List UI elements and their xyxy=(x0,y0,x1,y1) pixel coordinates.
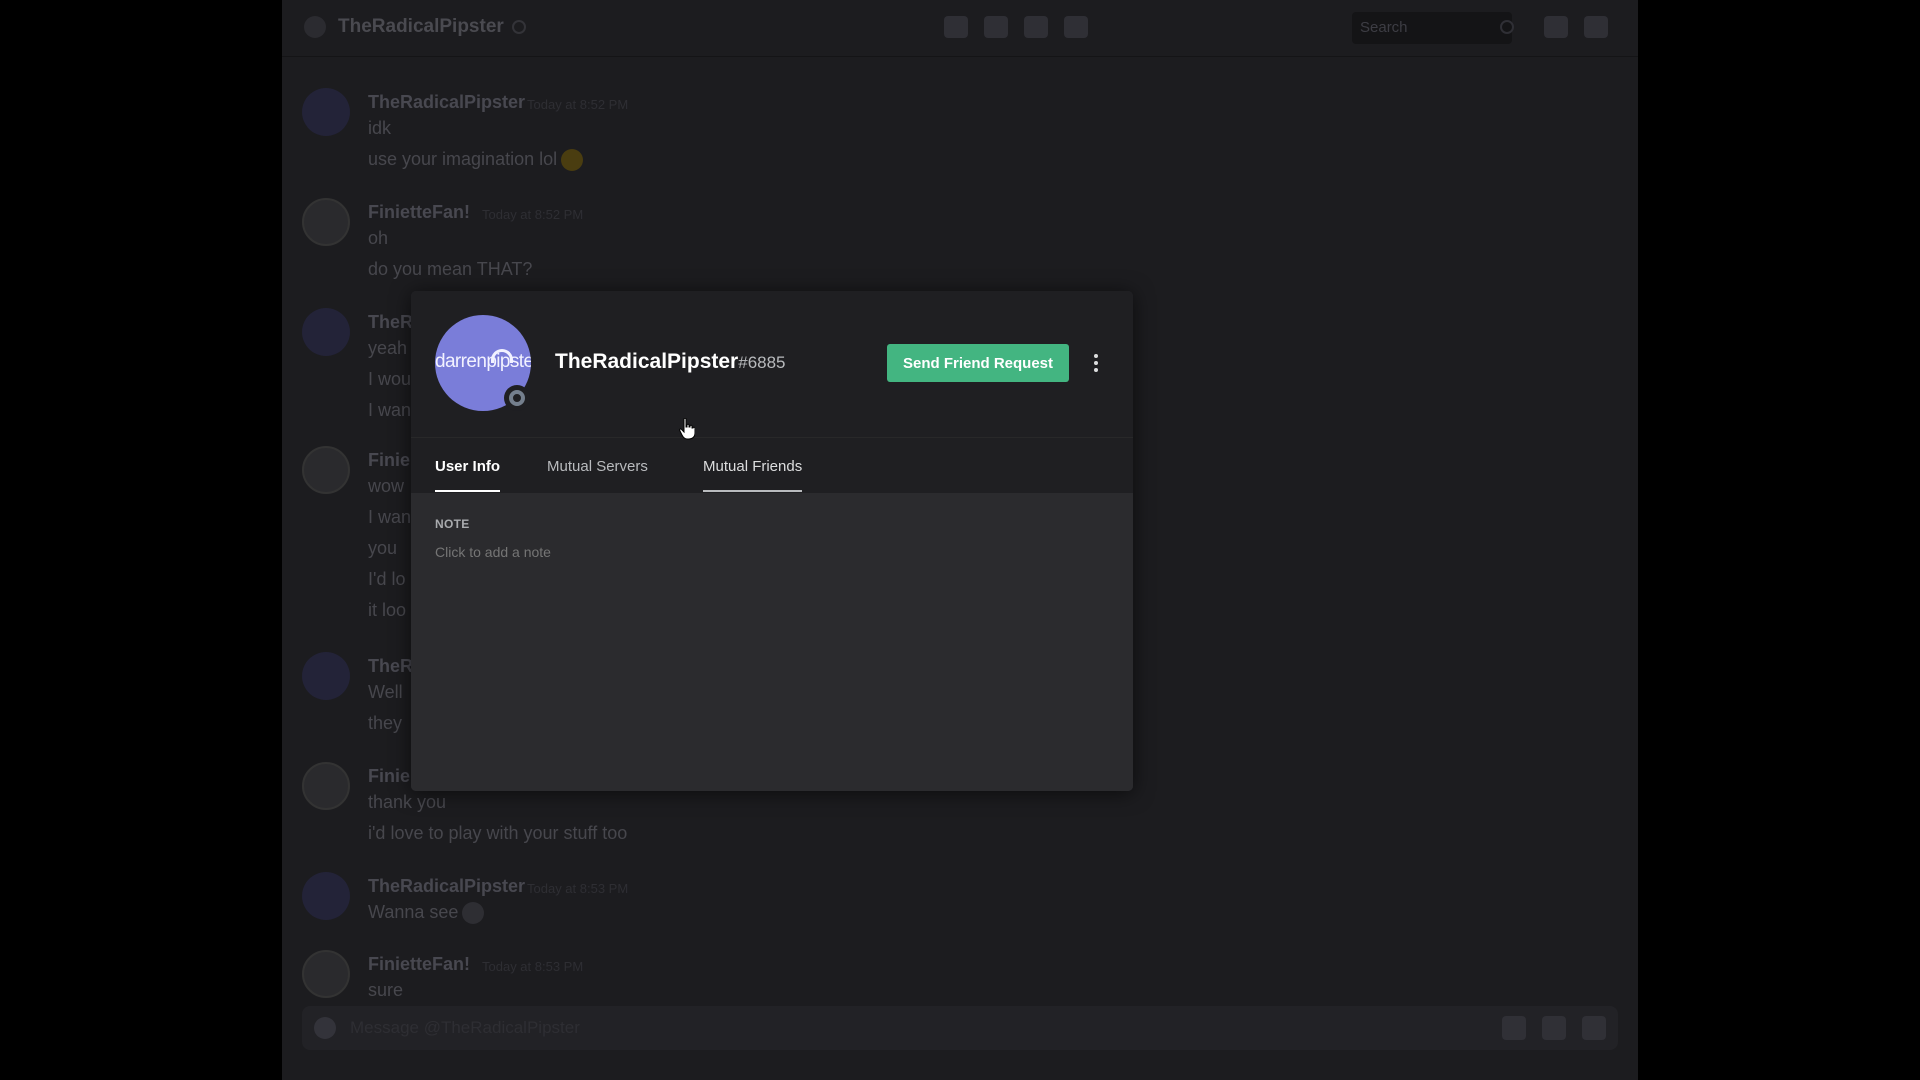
avatar[interactable] xyxy=(302,88,350,136)
avatar[interactable] xyxy=(302,872,350,920)
offline-status-icon xyxy=(504,385,530,411)
note-input[interactable] xyxy=(435,541,1109,563)
call-icon[interactable] xyxy=(944,16,968,38)
message-text: oh xyxy=(368,228,389,248)
send-friend-request-button[interactable]: Send Friend Request xyxy=(887,344,1069,382)
message-timestamp: Today at 8:52 PM xyxy=(482,207,584,222)
message-author[interactable]: TheRadicalPipster xyxy=(368,92,525,113)
message-author[interactable]: FinietteFan! xyxy=(368,202,470,223)
avatar[interactable] xyxy=(302,446,350,494)
tab-mutual-friends[interactable]: Mutual Friends xyxy=(703,458,803,492)
gift-icon[interactable] xyxy=(1502,1016,1526,1040)
search-input[interactable]: Search xyxy=(1352,12,1512,44)
profile-tabs: User Info Mutual Servers Mutual Friends xyxy=(411,437,1133,493)
avatar[interactable] xyxy=(302,652,350,700)
message-text-content: Wanna see xyxy=(368,902,459,922)
message-text: I wan xyxy=(368,507,412,527)
add-attachment-icon[interactable] xyxy=(314,1017,336,1039)
gif-icon[interactable] xyxy=(1542,1016,1566,1040)
message-text: I wan xyxy=(368,400,412,420)
message-text: I wou xyxy=(368,369,412,389)
inbox-icon[interactable] xyxy=(1544,16,1568,38)
message-text: it loo xyxy=(368,600,407,620)
message-text: idk xyxy=(368,118,392,138)
composer-placeholder: Message @TheRadicalPipster xyxy=(350,1018,580,1037)
message-author[interactable]: TheR xyxy=(368,312,413,333)
avatar-text: darrenpipster xyxy=(435,351,531,372)
discriminator: #6885 xyxy=(738,353,786,372)
more-options-dot xyxy=(1094,368,1098,372)
help-icon[interactable] xyxy=(1584,16,1608,38)
more-options-dot xyxy=(1094,354,1098,358)
message-timestamp: Today at 8:53 PM xyxy=(482,959,584,974)
avatar[interactable] xyxy=(302,950,350,998)
emoji-icon[interactable] xyxy=(1582,1016,1606,1040)
at-icon xyxy=(304,16,326,38)
message-text: sure xyxy=(368,980,404,1000)
add-member-icon[interactable] xyxy=(1064,16,1088,38)
message-composer[interactable]: Message @TheRadicalPipster xyxy=(302,1006,1618,1050)
user-profile-modal: darrenpipster TheRadicalPipster#6885 Sen… xyxy=(411,291,1133,791)
message-text-content: use your imagination lol xyxy=(368,149,558,169)
eyes-emoji-icon xyxy=(462,902,485,925)
message-text: they xyxy=(368,713,403,733)
more-options-icon[interactable] xyxy=(1087,345,1105,381)
tab-user-info[interactable]: User Info xyxy=(435,458,501,492)
message-author[interactable]: FinietteFan! xyxy=(368,954,470,975)
message-text: yeah xyxy=(368,338,408,358)
more-options-dot xyxy=(1094,361,1098,365)
message-text: use your imagination lol xyxy=(368,149,584,172)
message-author[interactable]: TheR xyxy=(368,656,413,677)
status-icon xyxy=(512,20,526,34)
profile-body: NOTE xyxy=(411,493,1133,791)
message-text: wow xyxy=(368,476,405,496)
message-timestamp: Today at 8:53 PM xyxy=(527,881,629,896)
message-author[interactable]: Finie xyxy=(368,450,410,471)
message-text: I'd lo xyxy=(368,569,406,589)
search-icon xyxy=(1500,20,1514,34)
profile-header: darrenpipster TheRadicalPipster#6885 Sen… xyxy=(411,291,1133,437)
avatar[interactable] xyxy=(302,198,350,246)
channel-header: TheRadicalPipster Search xyxy=(282,0,1638,57)
profile-username: TheRadicalPipster#6885 xyxy=(555,350,786,374)
hand-cursor-icon xyxy=(679,418,695,440)
tab-mutual-servers[interactable]: Mutual Servers xyxy=(547,458,648,492)
message-author[interactable]: Finie xyxy=(368,766,410,787)
message-text: thank you xyxy=(368,792,447,812)
message-text: you xyxy=(368,538,398,558)
message-text: do you mean THAT? xyxy=(368,259,533,279)
message-text: Wanna see xyxy=(368,902,485,925)
avatar[interactable] xyxy=(302,762,350,810)
message-author[interactable]: TheRadicalPipster xyxy=(368,876,525,897)
message-timestamp: Today at 8:52 PM xyxy=(527,97,629,112)
smile-emoji-icon xyxy=(561,149,584,172)
username-text: TheRadicalPipster xyxy=(555,350,739,373)
channel-title: TheRadicalPipster xyxy=(338,16,504,37)
avatar[interactable] xyxy=(302,308,350,356)
pin-icon[interactable] xyxy=(1024,16,1048,38)
video-icon[interactable] xyxy=(984,16,1008,38)
message-text: i'd love to play with your stuff too xyxy=(368,823,628,843)
message-text: Well xyxy=(368,682,403,702)
note-label: NOTE xyxy=(435,517,470,531)
